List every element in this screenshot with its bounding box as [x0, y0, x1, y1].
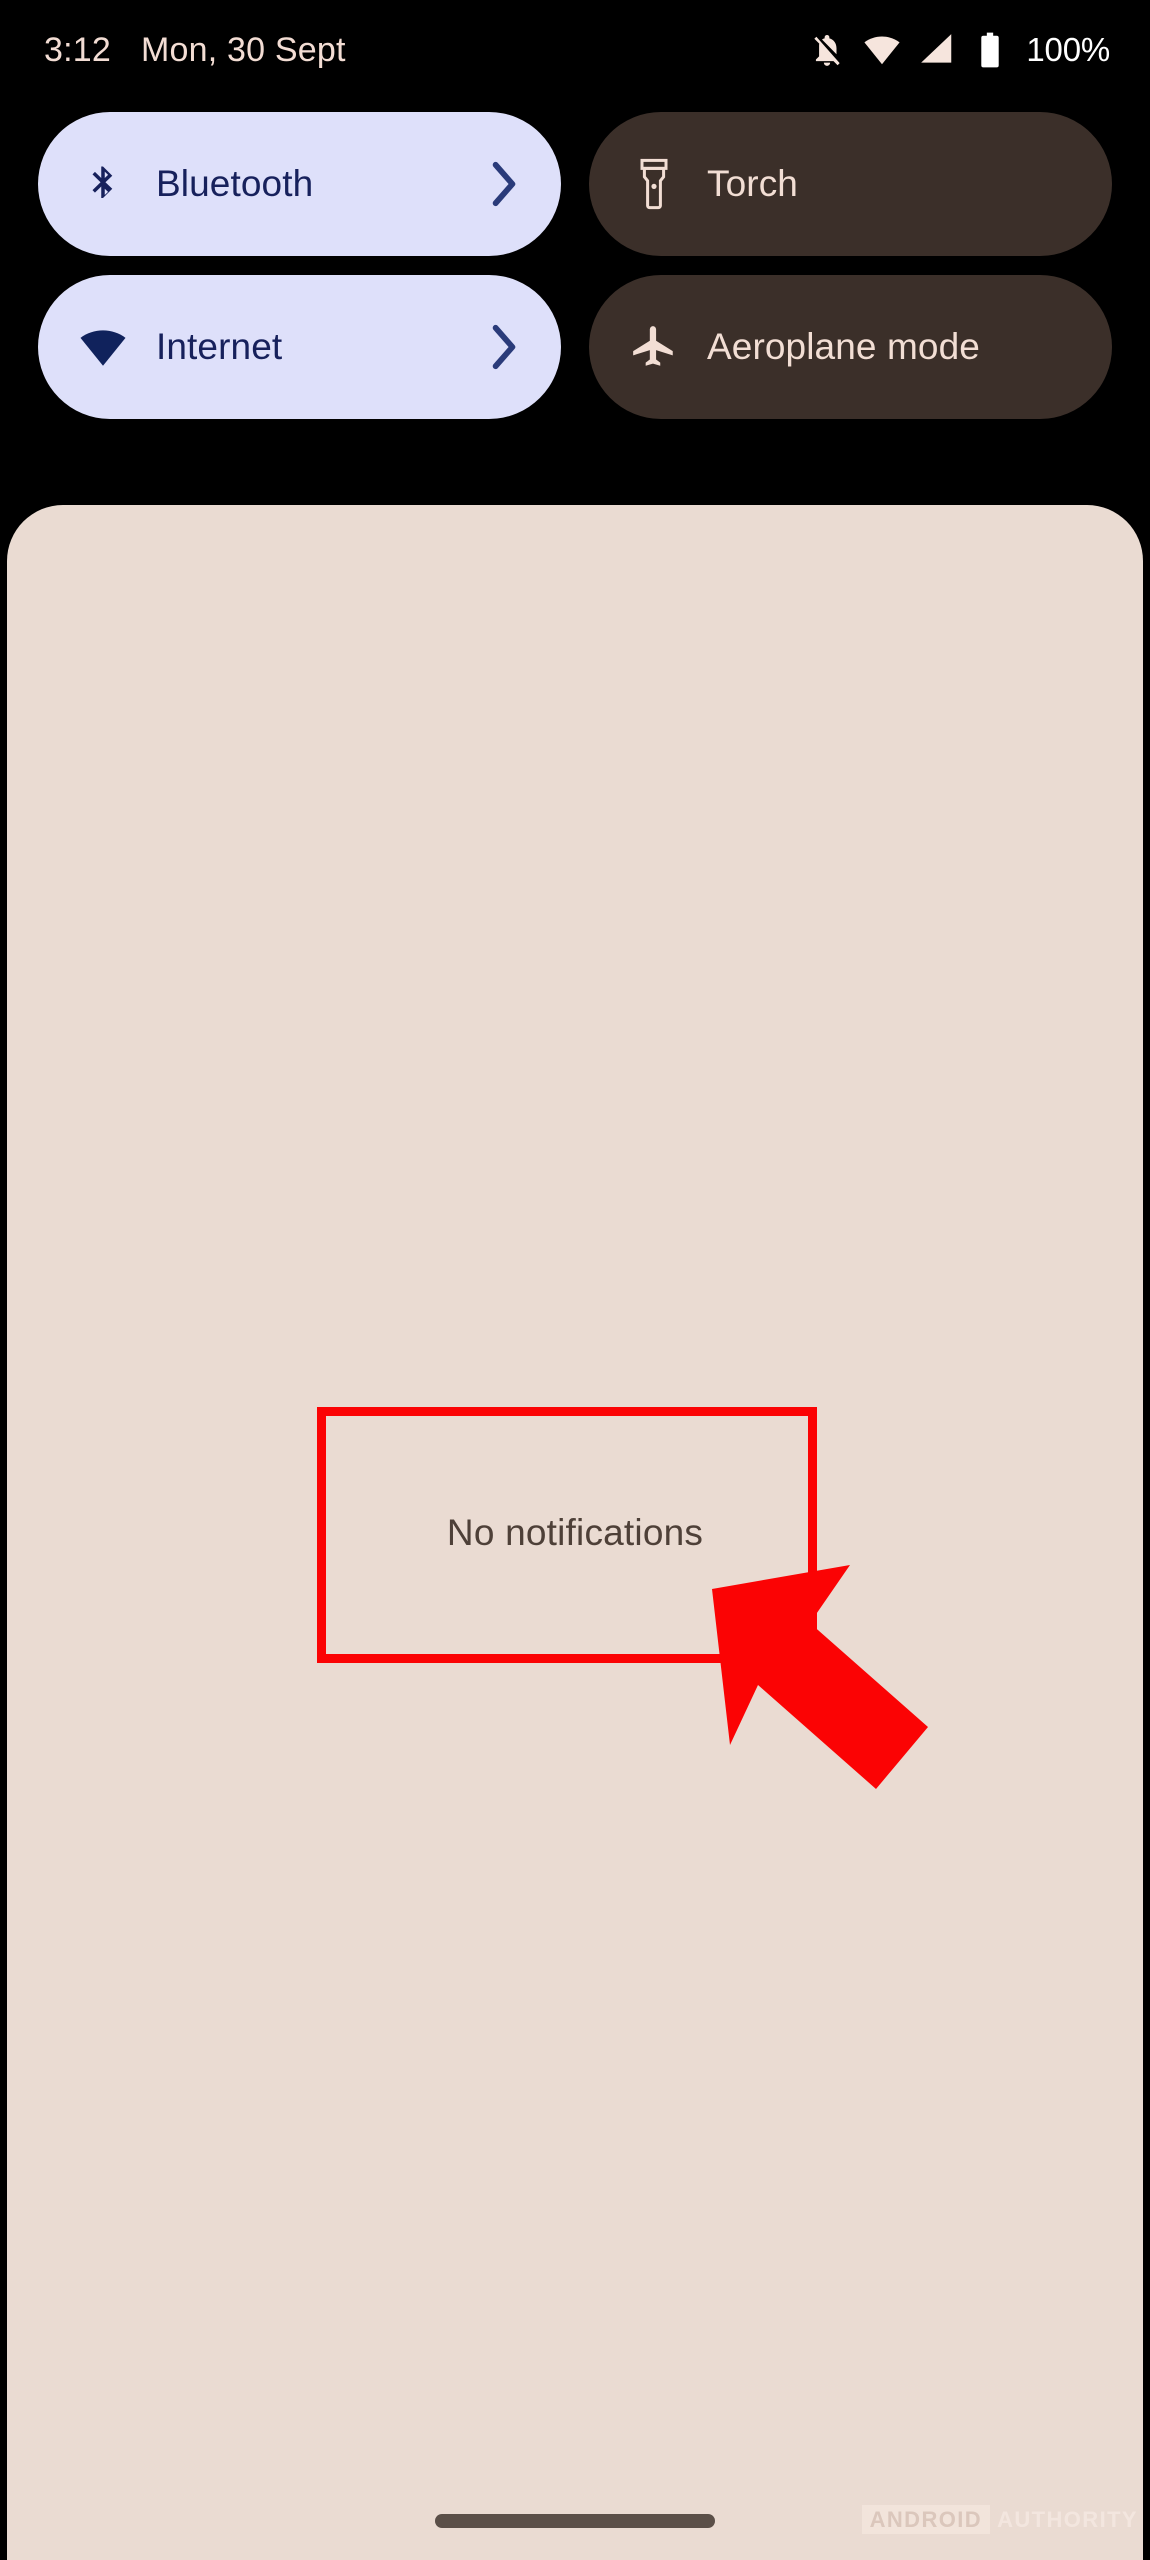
qs-tile-torch[interactable]: Torch — [589, 112, 1112, 256]
home-gesture-indicator[interactable] — [435, 2514, 715, 2528]
status-bar-left: 3:12 Mon, 30 Sept — [44, 31, 346, 70]
qs-tile-label-bluetooth: Bluetooth — [156, 163, 314, 204]
phone-screen: 3:12 Mon, 30 Sept 100% Bluetooth Torch I… — [0, 0, 1150, 2560]
watermark-suffix: AUTHORITY — [997, 2507, 1138, 2532]
wifi-icon — [78, 325, 128, 369]
qs-tile-aeroplane-mode[interactable]: Aeroplane mode — [589, 275, 1112, 419]
status-bar-right: 100% — [808, 31, 1110, 69]
bluetooth-icon — [78, 157, 128, 211]
qs-tile-internet[interactable]: Internet — [38, 275, 561, 419]
qs-tile-label-aeroplane-mode: Aeroplane mode — [707, 326, 980, 367]
qs-tile-label-internet: Internet — [156, 326, 283, 367]
status-bar: 3:12 Mon, 30 Sept 100% — [0, 0, 1150, 100]
qs-tile-bluetooth[interactable]: Bluetooth — [38, 112, 561, 256]
airplane-icon — [629, 322, 679, 372]
watermark-brand: ANDROID — [861, 2505, 991, 2534]
chevron-right-icon[interactable] — [489, 323, 519, 371]
quick-settings-grid: Bluetooth Torch Internet Aeroplane mode — [38, 112, 1112, 419]
cellular-signal-icon — [918, 31, 956, 69]
battery-icon — [973, 31, 1007, 69]
status-date: Mon, 30 Sept — [140, 30, 346, 69]
no-notifications-label: No notifications — [446, 1512, 704, 1553]
flashlight-icon — [629, 158, 679, 210]
qs-tile-label-torch: Torch — [707, 163, 798, 204]
chevron-right-icon[interactable] — [489, 160, 519, 208]
watermark: ANDROID AUTHORITY — [861, 2505, 1140, 2534]
status-clock: 3:12 — [44, 30, 111, 69]
battery-percent-label: 100% — [1026, 31, 1110, 68]
wifi-icon — [863, 31, 901, 69]
ringer-vibrate-off-icon — [808, 31, 846, 69]
